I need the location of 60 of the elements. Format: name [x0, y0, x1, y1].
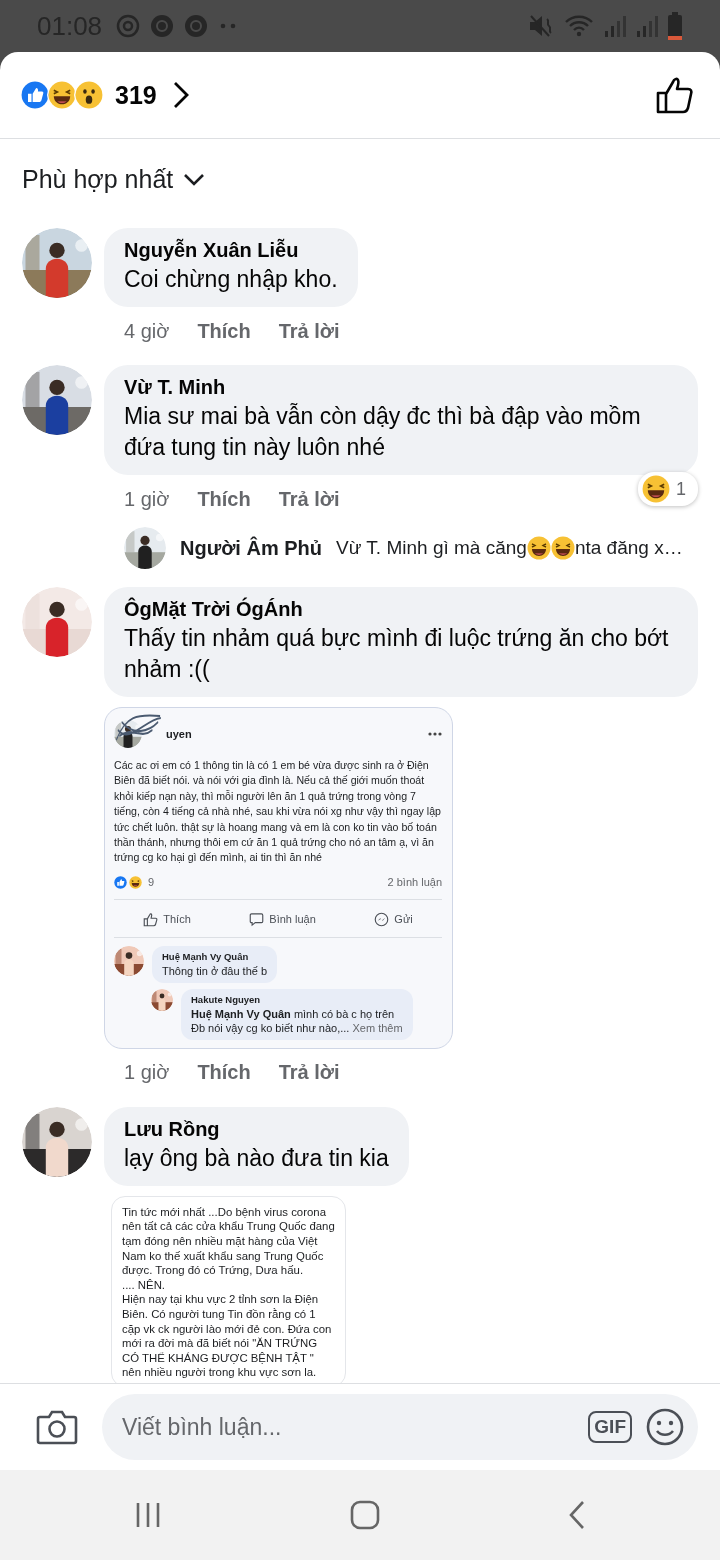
post-action-label: Thích [143, 911, 191, 927]
messenger-icon [374, 911, 390, 927]
surprised-emoji-icon [74, 80, 104, 110]
post-action-label: Gửi [374, 911, 413, 927]
laughing-emoji-icon [47, 80, 77, 110]
like-button[interactable]: Thích [197, 1061, 251, 1085]
gif-button[interactable]: GIF [588, 1411, 632, 1443]
reply-button[interactable]: Trả lời [278, 319, 340, 343]
post-text: Các ac ơi em có 1 thông tin là có 1 em bé vừa được sinh ra ở Điện Biên đã biết nói. và nói với gia đình là. Nếu cả thế giới muốn thoát khỏi kiếp nạn này, thì mỗi người lên ăn 1 quả trứng trong vòng 7 tiếng, còn 4 tiếng cả nhà nhé, sau khi vừa nói xg như vậy thì ngay lập tức chết luôn. thật sự là hoang mang và em là con ko tin vào bố toán thần thánh, nhưng thôi em cứ ăn 1 quả trứng cho nó an tâm ạ, vì ăn trứng cg ko hại gì đến mình, ai tin thì ăn nhé [114, 758, 442, 866]
home-icon[interactable] [350, 1500, 380, 1530]
chevron-right-icon[interactable] [172, 81, 189, 109]
comment-author[interactable]: ÔgMặt Trời ÓgÁnh [124, 598, 678, 621]
comment-author: Hakute Nguyen [191, 993, 262, 1005]
like-reaction-icon [20, 80, 50, 110]
like-icon[interactable] [656, 76, 694, 114]
comment-time: 1 giờ [124, 487, 170, 511]
recent-apps-icon[interactable] [134, 1501, 162, 1529]
reaction-count: 9 [148, 876, 155, 889]
comment-author[interactable]: Nguyễn Xuân Liễu [124, 239, 338, 262]
comment-author: Huệ Mạnh Vy Quân [162, 950, 250, 962]
comment-text: Thông tin ở đâu thế b [162, 963, 268, 978]
like-icon [143, 911, 159, 927]
comment-time: 4 giờ [124, 319, 170, 343]
wifi-icon [564, 13, 594, 39]
comment-time: 1 giờ [124, 1061, 170, 1085]
post-author: uyen [166, 728, 192, 740]
chevron-down-icon [183, 172, 206, 187]
like-reaction-icon [114, 875, 127, 889]
emoji-icon[interactable] [646, 1408, 684, 1446]
comment-field[interactable]: Viết bình luận... GIF [102, 1394, 698, 1460]
comment-text: Coi chừng nhập kho. [124, 265, 338, 294]
reaction-badge[interactable]: 1 [638, 472, 698, 506]
reply-button[interactable]: Trả lời [278, 487, 340, 511]
post-action-label: Bình luận [249, 911, 316, 927]
more-icon [428, 732, 442, 736]
reply-text: nta đăng x… [574, 537, 683, 559]
comment-count: 2 bình luận [387, 876, 442, 889]
comment-text: Thấy tin nhảm quá bực mình đi luộc trứng ăn cho bớt nhảm :(( [124, 624, 670, 684]
laughing-emoji-icon [642, 475, 670, 503]
image-text: Tin tức mới nhất ...Do bệnh virus corona nên tất cả các cửa khẩu Trung Quốc đang tạm đóng nên nhiều mặt hàng của Việt Nam ko thế xuất khẩu sang Trung Quốc được. Trong đó có Trứng, Dưa hấu. .... NÊN. Hiện nay tại khu vực 2 tỉnh sơn la Điện Biên. Có người tung Tin đồn rằng có 1 cặp vk ck người lào mới đẻ con. Đứa con mới ra đời mà đã biết nói "ĂN TRỨNG CÓ THỂ KHÁNG ĐƯỢC BỆNH TẬT " nên nhiều người trong khu vực sơn la. [122, 1204, 336, 1380]
reaction-count[interactable]: 319 [115, 80, 157, 110]
back-icon[interactable] [568, 1500, 586, 1530]
comment-text: lạy ông bà nào đưa tin kia [124, 1143, 389, 1173]
laughing-emoji-icon [129, 875, 142, 889]
sort-dropdown[interactable]: Phù hợp nhất [22, 165, 206, 194]
comment-author[interactable]: Vừ T. Minh [124, 376, 678, 399]
camera-icon[interactable] [36, 1409, 78, 1445]
signal-icon [636, 13, 658, 39]
comment-text: Mia sư mai bà vẫn còn dậy đc thì bà đập vào mồm đứa tung tin này luôn nhé [124, 402, 642, 462]
reply-button[interactable]: Trả lời [278, 1061, 340, 1085]
battery-icon [668, 12, 682, 40]
mute-icon [528, 13, 554, 39]
like-button[interactable]: Thích [197, 487, 251, 511]
comment-author[interactable]: Lưu Rồng [124, 1117, 389, 1141]
comment-icon [249, 911, 265, 927]
reply-text: Vừ T. Minh gì mà căng [336, 537, 527, 559]
reply-author[interactable]: Người Âm Phủ [180, 536, 323, 560]
signal-icon [604, 13, 626, 39]
comment-text: Huệ Mạnh Vy Quân mình có bà c họ trên Đb nói vậy cg ko biết như nào,... Xem thêm [191, 1006, 403, 1035]
like-button[interactable]: Thích [197, 319, 251, 343]
